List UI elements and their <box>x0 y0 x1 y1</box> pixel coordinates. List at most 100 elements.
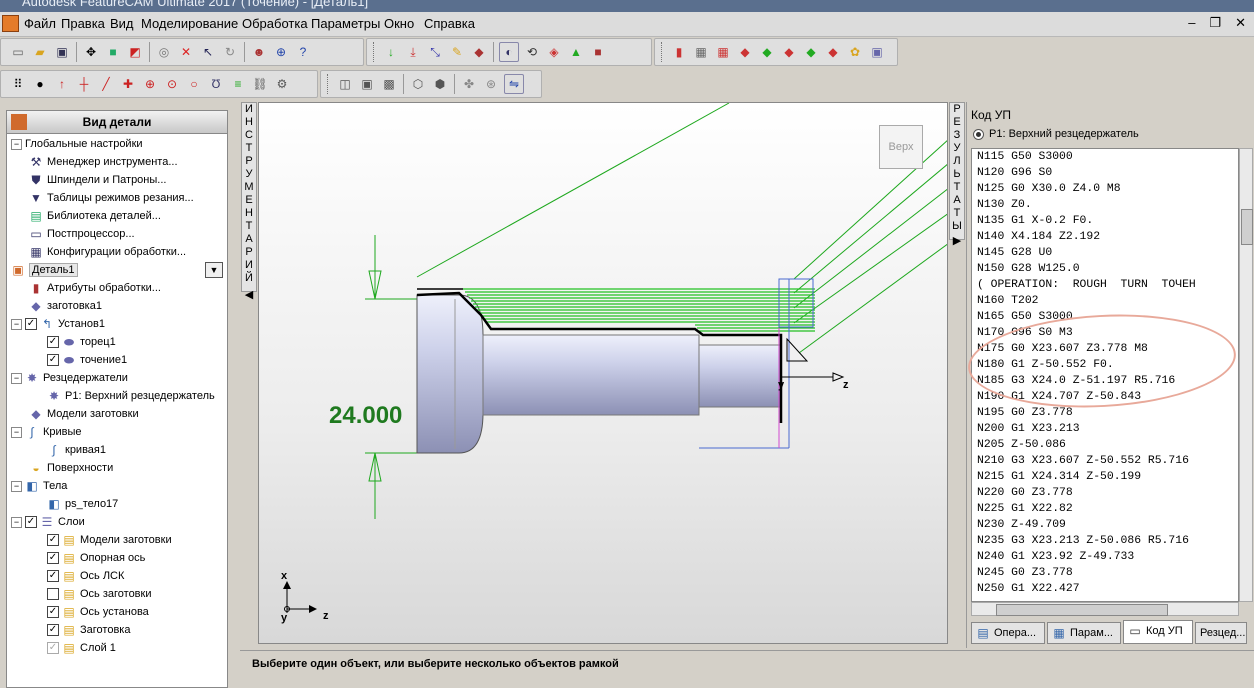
tree-item-solid17[interactable]: ◧ ps_тело17 <box>47 495 118 513</box>
view-cube[interactable]: Верх <box>879 125 923 169</box>
tree-item-feeds-tables[interactable]: ▼ Таблицы режимов резания... <box>29 189 194 207</box>
tree-item-layer-setup-axis[interactable]: ✓ ▤ Ось установа <box>47 603 149 621</box>
menu-options[interactable]: Параметры <box>311 16 380 31</box>
points-grid-icon[interactable]: ⠿ <box>9 75 27 93</box>
point-icon[interactable]: ● <box>31 75 49 93</box>
tab-nc-code[interactable]: ▭ Код УП <box>1123 620 1193 644</box>
stop-icon[interactable]: ■ <box>589 43 607 61</box>
close-icon[interactable]: ✕ <box>1235 15 1246 31</box>
tree-item-layer-stock-models[interactable]: ✓ ▤ Модели заготовки <box>47 531 172 549</box>
tree-item-layer-ref-axis[interactable]: ✓ ▤ Опорная ось <box>47 549 145 567</box>
open-folder-icon[interactable]: ▰ <box>31 43 49 61</box>
tree-item-layer-ucs-axis[interactable]: ✓ ▤ Ось ЛСК <box>47 567 124 585</box>
nc-line[interactable]: N140 X4.184 Z2.192 <box>977 231 1100 243</box>
nc-line[interactable]: N160 T202 <box>977 295 1039 307</box>
nc-line[interactable]: N250 G1 X22.427 <box>977 583 1080 595</box>
checkbox-icon[interactable]: ✓ <box>47 570 59 583</box>
scroll-thumb[interactable] <box>996 604 1168 616</box>
select-box2-icon[interactable]: ▣ <box>358 75 376 93</box>
tree-item-postprocessor[interactable]: ▭ Постпроцессор... <box>29 225 134 243</box>
minimize-icon[interactable]: – <box>1188 15 1195 31</box>
lines-icon[interactable]: ≡ <box>229 75 247 93</box>
feature-icon[interactable]: ⇋ <box>504 74 524 94</box>
nc-vertical-scrollbar[interactable] <box>1239 148 1253 602</box>
box-icon[interactable]: ◆ <box>758 43 776 61</box>
nc-line[interactable]: N210 G3 X23.607 Z-50.552 R5.716 <box>977 455 1189 467</box>
results-strip[interactable]: РЕЗУЛЬТАТЫ ▶ <box>949 102 965 247</box>
tree-item-turn-feature[interactable]: ✓ ⬬ точение1 <box>47 351 127 369</box>
tab-turrets[interactable]: Резцед... <box>1195 622 1247 644</box>
tree-item-solids[interactable]: − ◧ Тела <box>11 477 67 495</box>
tree-item-global-settings[interactable]: − Глобальные настройки <box>11 135 143 153</box>
nc-line[interactable]: N130 Z0. <box>977 199 1032 211</box>
vertical-line2-icon[interactable]: ┼ <box>75 75 93 93</box>
collapse-icon[interactable]: − <box>11 480 22 492</box>
checkbox-icon[interactable]: ✓ <box>47 642 59 655</box>
tree-item-curves[interactable]: − ∫ Кривые <box>11 423 82 441</box>
menu-view[interactable]: Вид <box>110 16 134 31</box>
tree-item-layer1[interactable]: ✓ ▤ Слой 1 <box>47 639 116 657</box>
tree-item-turrets[interactable]: − ✸ Резцедержатели <box>11 369 128 387</box>
circle-center-icon[interactable]: ⊕ <box>141 75 159 93</box>
radio-icon[interactable] <box>973 128 984 140</box>
nc-horizontal-scrollbar[interactable] <box>971 602 1239 616</box>
color-icon[interactable]: ■ <box>104 43 122 61</box>
wizard-icon[interactable]: ✎ <box>448 43 466 61</box>
save-icon[interactable]: ▣ <box>53 43 71 61</box>
cube2-icon[interactable]: ⬢ <box>431 75 449 93</box>
circle2-icon[interactable]: ○ <box>185 75 203 93</box>
nc-line[interactable]: N245 G0 Z3.778 <box>977 567 1073 579</box>
menu-machining[interactable]: Обработка <box>242 16 308 31</box>
nc-line[interactable]: N145 G28 U0 <box>977 247 1052 259</box>
nc-line[interactable]: N205 Z-50.086 <box>977 439 1066 451</box>
toolkit-strip[interactable]: ИНСТРУМЕНТАРИЙ ◀ <box>241 102 257 301</box>
chip-icon[interactable]: ◆ <box>470 43 488 61</box>
nc-line[interactable]: N200 G1 X23.213 <box>977 423 1080 435</box>
tree-item-spindles[interactable]: ⛊ Шпиндели и Патроны... <box>29 171 166 189</box>
arrow-left-icon[interactable]: ◀ <box>242 289 256 302</box>
tree-item-configurations[interactable]: ▦ Конфигурации обработки... <box>29 243 186 261</box>
graphics-viewport[interactable]: Верх 24.000 x y z y z <box>258 102 948 644</box>
circle-icon[interactable]: ⊙ <box>163 75 181 93</box>
user-icon[interactable]: ☻ <box>250 43 268 61</box>
checkbox-icon[interactable]: ✓ <box>47 606 59 619</box>
checkbox-icon[interactable]: ✓ <box>47 534 59 547</box>
collapse-icon[interactable]: − <box>11 516 22 528</box>
nc-line[interactable]: N195 G0 Z3.778 <box>977 407 1073 419</box>
tree-item-surfaces[interactable]: ◒ Поверхности <box>29 459 113 477</box>
checkbox-icon[interactable]: ✓ <box>47 354 59 367</box>
tree-item-setup[interactable]: − ✓ ↰ Установ1 <box>11 315 105 333</box>
tree-item-face-feature[interactable]: ✓ ⬬ торец1 <box>47 333 116 351</box>
tab-parameters[interactable]: ▦ Парам... <box>1047 622 1121 644</box>
tree-item-attributes[interactable]: ▮ Атрибуты обработки... <box>29 279 161 297</box>
nc-line[interactable]: N240 G1 X23.92 Z-49.733 <box>977 551 1134 563</box>
nc-line[interactable]: N150 G28 W125.0 <box>977 263 1080 275</box>
line-icon[interactable]: ╱ <box>97 75 115 93</box>
tree-item-stock-models[interactable]: ◆ Модели заготовки <box>29 405 138 423</box>
checkbox-icon[interactable] <box>47 588 59 601</box>
simulation-icon[interactable]: ⟲ <box>523 43 541 61</box>
select-box-icon[interactable]: ◫ <box>336 75 354 93</box>
nc-line[interactable]: N225 G1 X22.82 <box>977 503 1073 515</box>
checkbox-icon[interactable]: ✓ <box>25 516 37 529</box>
tree-item-tool-manager[interactable]: ⚒ Менеджер инструмента... <box>29 153 178 171</box>
arrow-right-icon[interactable]: ▶ <box>950 235 964 248</box>
menu-window[interactable]: Окно <box>384 16 414 31</box>
nc-line[interactable]: N235 G3 X23.213 Z-50.086 R5.716 <box>977 535 1189 547</box>
render-icon[interactable]: ◆ <box>736 43 754 61</box>
nc-line[interactable]: N115 G50 S3000 <box>977 151 1073 163</box>
dimension-label[interactable]: 24.000 <box>329 402 402 430</box>
checkbox-icon[interactable]: ✓ <box>47 336 59 349</box>
select-box3-icon[interactable]: ▩ <box>380 75 398 93</box>
tree-item-layers[interactable]: − ✓ ☰ Слои <box>11 513 85 531</box>
collapse-icon[interactable]: − <box>11 426 22 438</box>
cube-icon[interactable]: ⬡ <box>409 75 427 93</box>
tree-item-library[interactable]: ▤ Библиотека деталей... <box>29 207 161 225</box>
shade-icon[interactable]: ◆ <box>780 43 798 61</box>
menu-edit[interactable]: Правка <box>61 16 105 31</box>
tree-item-top-turret[interactable]: ✸ P1: Верхний резцедержатель <box>47 387 215 405</box>
help-context-icon[interactable]: ⊕ <box>272 43 290 61</box>
nc-line[interactable]: N220 G0 Z3.778 <box>977 487 1073 499</box>
tab-operations[interactable]: ▤ Опера... <box>971 622 1045 644</box>
redo-icon[interactable]: ↻ <box>221 43 239 61</box>
